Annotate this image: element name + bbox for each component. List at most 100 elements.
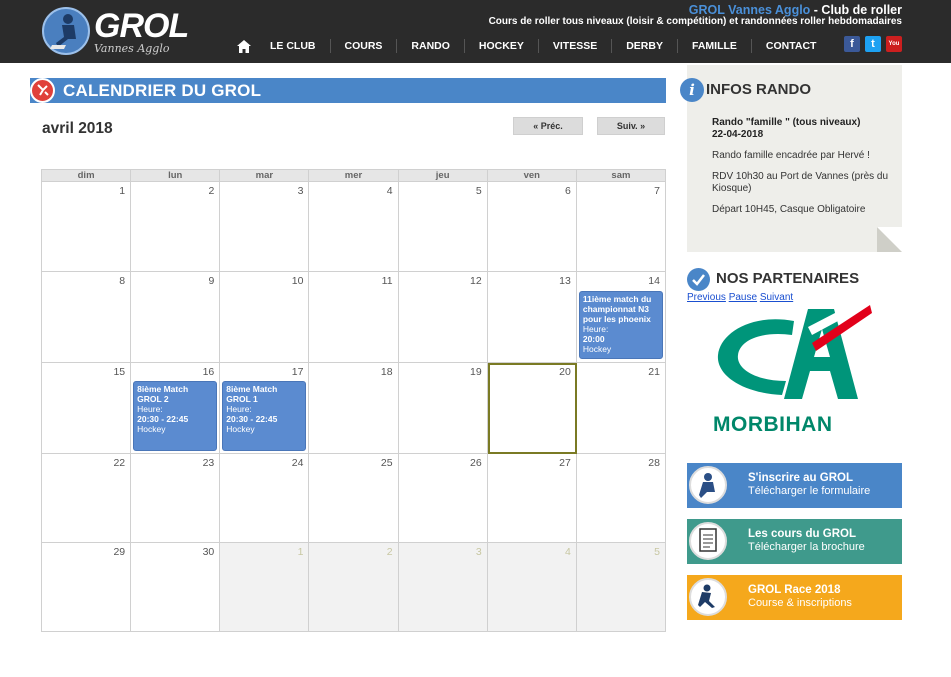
calendar-week: 29 30 1 2 3 4 5 <box>41 543 666 632</box>
header-title-highlight: GROL Vannes Agglo <box>688 3 811 17</box>
slider-next-link[interactable]: Suivant <box>760 292 793 303</box>
day-cell[interactable]: 27 <box>487 454 577 543</box>
day-cell[interactable]: 11 <box>309 272 399 363</box>
weekday-dim: dim <box>77 170 95 181</box>
day-cell[interactable]: 22 <box>42 454 132 543</box>
slider-previous-link[interactable]: Previous <box>687 292 726 303</box>
prev-month-button[interactable]: « Préc. <box>513 117 583 135</box>
nav-famille[interactable]: FAMILLE <box>676 39 751 53</box>
promo-race[interactable]: GROL Race 2018 Course & inscriptions <box>687 575 902 620</box>
calendar-event[interactable]: 11ième match du championnat N3 pour les … <box>578 291 663 359</box>
day-cell[interactable]: 1 <box>42 182 132 272</box>
promo-subtitle: Course & inscriptions <box>748 597 852 609</box>
day-cell[interactable]: 9 <box>131 272 221 363</box>
event-category: Hockey <box>226 424 255 434</box>
day-cell[interactable]: 24 <box>220 454 310 543</box>
site-logo[interactable]: GROL Vannes Agglo <box>42 5 189 57</box>
day-cell[interactable]: 18 <box>309 363 399 454</box>
credit-agricole-logo[interactable] <box>712 299 872 413</box>
day-number: 27 <box>559 457 571 469</box>
day-number: 9 <box>208 275 215 287</box>
day-cell[interactable]: 4 <box>309 182 399 272</box>
promo-cours[interactable]: Les cours du GROL Télécharger la brochur… <box>687 519 902 564</box>
home-icon[interactable] <box>232 37 256 55</box>
day-number: 3 <box>475 546 482 558</box>
day-cell[interactable]: 2 <box>131 182 221 272</box>
nav-le-club[interactable]: LE CLUB <box>256 39 330 53</box>
skate-icon <box>30 78 55 103</box>
calendar-event[interactable]: 8ième Match GROL 1 Heure: 20:30 - 22:45 … <box>222 381 307 451</box>
day-cell[interactable]: 12 <box>398 272 488 363</box>
calendar-event[interactable]: 8ième Match GROL 2 Heure: 20:30 - 22:45 … <box>133 381 218 451</box>
day-number: 15 <box>113 366 126 378</box>
slider-pause-link[interactable]: Pause <box>729 292 757 303</box>
rando-date: 22-04-2018 <box>712 129 764 140</box>
day-cell-other-month[interactable]: 4 <box>487 543 577 632</box>
nav-contact[interactable]: CONTACT <box>750 39 831 53</box>
day-cell[interactable]: 3 <box>220 182 310 272</box>
event-title: 11ième match du championnat N3 pour les … <box>582 294 652 324</box>
nav-rando[interactable]: RANDO <box>396 39 464 53</box>
rando-meeting-point: RDV 10h30 au Port de Vannes (près du Kio… <box>712 171 889 194</box>
partners-title: NOS PARTENAIRES <box>716 270 860 287</box>
partners-slider-controls: Previous Pause Suivant <box>687 292 793 303</box>
day-cell[interactable]: 14 11ième match du championnat N3 pour l… <box>576 272 666 363</box>
day-cell[interactable]: 13 <box>487 272 577 363</box>
day-number: 21 <box>648 366 660 378</box>
weekday-ven: ven <box>486 170 576 181</box>
promo-inscription[interactable]: S'inscrire au GROL Télécharger le formul… <box>687 463 902 508</box>
weekday-mar: mar <box>219 170 308 181</box>
day-cell[interactable]: 6 <box>487 182 577 272</box>
site-header: GROL Vannes Agglo GROL Vannes Agglo - Cl… <box>0 0 951 63</box>
calendar-title: CALENDRIER DU GROL <box>63 81 262 100</box>
facebook-icon[interactable]: f <box>844 36 860 52</box>
day-number: 4 <box>565 546 571 558</box>
day-cell-other-month[interactable]: 3 <box>398 543 488 632</box>
twitter-icon[interactable]: t <box>865 36 881 52</box>
day-cell[interactable]: 21 <box>576 363 666 454</box>
day-cell[interactable]: 19 <box>398 363 488 454</box>
day-cell[interactable]: 23 <box>131 454 221 543</box>
day-cell-other-month[interactable]: 5 <box>576 543 666 632</box>
day-number: 13 <box>559 275 571 287</box>
day-cell-today[interactable]: 20 <box>487 363 577 454</box>
youtube-icon[interactable]: You <box>886 36 902 52</box>
day-cell[interactable]: 5 <box>398 182 488 272</box>
day-cell[interactable]: 10 <box>220 272 310 363</box>
skater-icon <box>689 466 727 504</box>
day-cell[interactable]: 17 8ième Match GROL 1 Heure: 20:30 - 22:… <box>220 363 310 454</box>
nav-vitesse[interactable]: VITESSE <box>537 39 611 53</box>
day-cell-other-month[interactable]: 1 <box>220 543 310 632</box>
day-cell[interactable]: 26 <box>398 454 488 543</box>
promo-subtitle: Télécharger la brochure <box>748 541 865 553</box>
day-cell[interactable]: 28 <box>576 454 666 543</box>
event-title: 8ième Match GROL 2 <box>137 384 189 404</box>
rando-name[interactable]: Rando "famille " (tous niveaux) 22-04-20… <box>712 117 860 141</box>
day-cell[interactable]: 15 <box>42 363 132 454</box>
event-title: 8ième Match GROL 1 <box>226 384 278 404</box>
day-number: 26 <box>470 457 482 469</box>
day-cell[interactable]: 8 <box>42 272 132 363</box>
rando-description: Rando famille encadrée par Hervé ! <box>712 150 870 161</box>
event-time: 20:30 - 22:45 <box>226 414 278 424</box>
day-number: 5 <box>654 546 660 558</box>
weekday-mer: mer <box>308 170 397 181</box>
next-month-button[interactable]: Suiv. » <box>597 117 665 135</box>
day-cell[interactable]: 16 8ième Match GROL 2 Heure: 20:30 - 22:… <box>131 363 221 454</box>
day-cell[interactable]: 25 <box>309 454 399 543</box>
event-category: Hockey <box>582 344 612 354</box>
event-time: 20:00 <box>582 334 605 344</box>
nav-cours[interactable]: COURS <box>329 39 397 53</box>
calendar-week: 15 16 8ième Match GROL 2 Heure: 20:30 - … <box>41 363 666 454</box>
nav-derby[interactable]: DERBY <box>611 39 677 53</box>
day-cell-other-month[interactable]: 2 <box>309 543 399 632</box>
nav-hockey[interactable]: HOCKEY <box>463 39 538 53</box>
calendar-grid: dim lun mar mer jeu ven sam 1 2 3 4 5 6 … <box>41 169 666 632</box>
promo-subtitle: Télécharger le formulaire <box>748 485 871 497</box>
day-cell[interactable]: 30 <box>131 543 221 632</box>
day-cell[interactable]: 29 <box>42 543 132 632</box>
header-title: GROL Vannes Agglo - Club de roller <box>689 3 902 17</box>
day-number: 17 <box>291 366 304 378</box>
day-number: 23 <box>202 457 215 469</box>
day-cell[interactable]: 7 <box>576 182 666 272</box>
